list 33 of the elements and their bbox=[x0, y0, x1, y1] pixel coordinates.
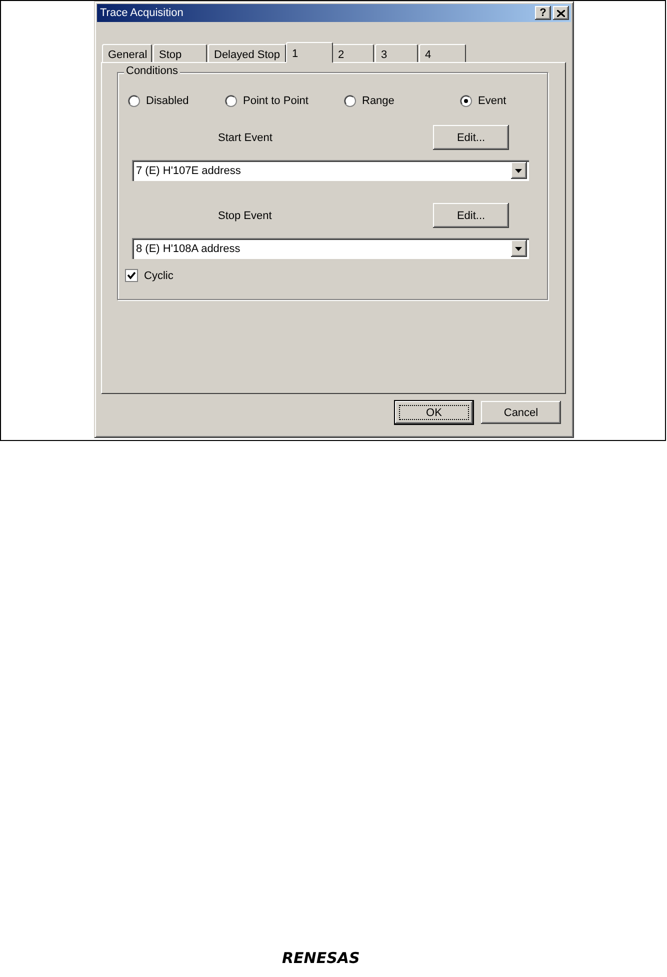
help-button[interactable]: ? bbox=[535, 6, 551, 20]
radio-label[interactable]: Range bbox=[362, 95, 394, 107]
dialog-button[interactable]: OK bbox=[395, 401, 473, 424]
event-label: Stop Event bbox=[218, 210, 272, 222]
radio-label[interactable]: Disabled bbox=[146, 95, 189, 107]
radio-button[interactable] bbox=[128, 95, 140, 107]
radio-label[interactable]: Point to Point bbox=[243, 95, 308, 107]
event-dropdown[interactable]: 7 (E) H'107E address bbox=[132, 160, 529, 181]
group-title: Conditions bbox=[124, 65, 180, 77]
tab[interactable]: Delayed Stop bbox=[208, 44, 286, 62]
radio-label[interactable]: Event bbox=[478, 95, 506, 107]
tab[interactable]: 4 bbox=[419, 44, 466, 62]
tab[interactable]: Stop bbox=[153, 44, 207, 62]
event-label: Start Event bbox=[218, 132, 272, 144]
event-dropdown[interactable]: 8 (E) H'108A address bbox=[132, 238, 529, 259]
dropdown-value: 8 (E) H'108A address bbox=[136, 242, 242, 254]
edit-button[interactable]: Edit... bbox=[433, 203, 509, 228]
radio-button[interactable] bbox=[225, 95, 237, 107]
checkbox-label[interactable]: Cyclic bbox=[144, 270, 174, 282]
company-logo: RENESAS bbox=[282, 949, 360, 967]
radio-button[interactable] bbox=[344, 95, 356, 107]
tab[interactable]: 2 bbox=[332, 44, 374, 62]
dropdown-value: 7 (E) H'107E address bbox=[136, 164, 242, 176]
dialog-button[interactable]: Cancel bbox=[481, 401, 561, 424]
close-icon[interactable] bbox=[557, 10, 565, 16]
tab[interactable]: 3 bbox=[375, 44, 418, 62]
tab[interactable]: General bbox=[102, 44, 152, 62]
close-button[interactable] bbox=[553, 6, 569, 20]
window-title: Trace Acquisition bbox=[100, 7, 184, 19]
checkbox[interactable] bbox=[125, 269, 138, 282]
tab[interactable]: 1 bbox=[286, 42, 333, 63]
radio-button[interactable] bbox=[460, 95, 472, 107]
edit-button[interactable]: Edit... bbox=[433, 125, 509, 150]
